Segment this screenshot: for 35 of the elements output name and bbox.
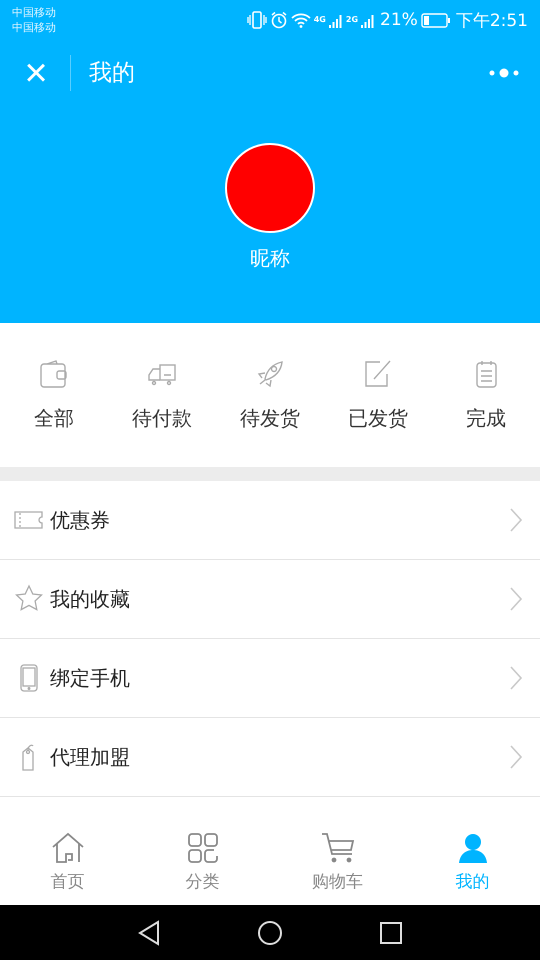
order-status-button[interactable]: 待发货 xyxy=(216,358,324,432)
tab-bar-item[interactable]: 首页 xyxy=(0,820,135,905)
carrier-name: 中国移动 xyxy=(12,5,56,20)
chevron-icon xyxy=(510,508,522,532)
wallet-icon xyxy=(39,358,69,388)
chevron-icon xyxy=(510,587,522,611)
order-status-button[interactable]: 完成 xyxy=(432,358,540,432)
edit-icon xyxy=(363,358,393,388)
tab-bar-item[interactable]: 购物车 xyxy=(270,820,405,905)
carrier-name: 中国移动 xyxy=(12,20,56,35)
signal-icon xyxy=(361,12,376,28)
cart-icon xyxy=(320,832,354,864)
network-type: 2G xyxy=(346,14,358,24)
home-icon xyxy=(50,832,84,864)
tab-bar-item[interactable]: 分类 xyxy=(135,820,270,905)
order-status-button[interactable]: 已发货 xyxy=(324,358,432,432)
wifi-icon xyxy=(290,12,311,28)
clock-time: 下午2:51 xyxy=(456,10,528,32)
page-title: 我的 xyxy=(89,59,136,88)
grid-icon xyxy=(186,832,220,864)
vibrate-icon xyxy=(246,11,267,29)
order-status-button[interactable]: 全部 xyxy=(0,358,108,432)
battery-percent: 21% xyxy=(380,10,418,30)
chevron-icon xyxy=(510,666,522,690)
order-status-button[interactable]: 待付款 xyxy=(108,358,216,432)
recents-icon[interactable] xyxy=(379,920,403,944)
signal-icon xyxy=(328,12,343,28)
rocket-icon xyxy=(255,358,285,388)
battery-icon xyxy=(420,12,451,28)
back-icon[interactable] xyxy=(137,920,161,946)
alarm-icon xyxy=(270,11,288,29)
home-icon[interactable] xyxy=(257,920,283,946)
nickname: 昵称 xyxy=(250,245,290,272)
network-type: 4G xyxy=(314,14,326,24)
chevron-icon xyxy=(510,745,522,769)
